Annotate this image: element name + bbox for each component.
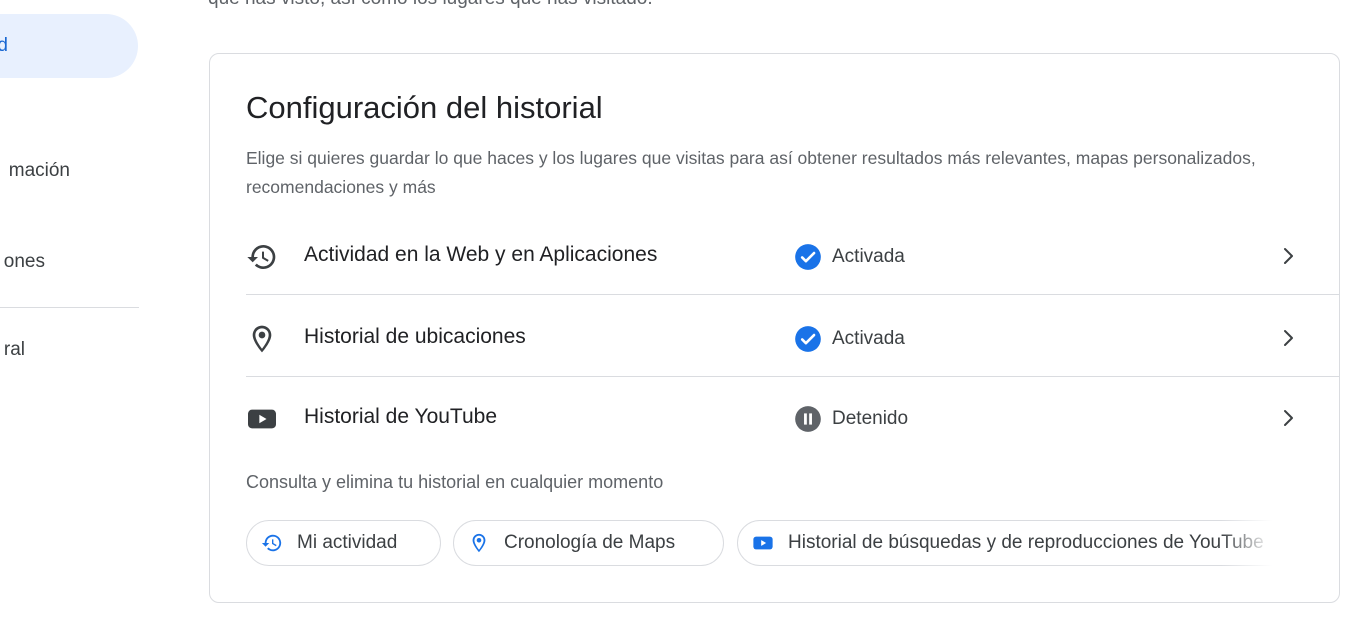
status-text: Activada: [832, 246, 905, 267]
maps-timeline-chip[interactable]: Cronología de Maps: [453, 520, 724, 566]
setting-label: Actividad en la Web y en Aplicaciones: [304, 243, 658, 266]
chip-label: Cronología de Maps: [504, 532, 676, 553]
setting-row-web-app-activity[interactable]: Actividad en la Web y en Aplicaciones Ac…: [246, 214, 1339, 295]
history-icon: [246, 241, 278, 273]
setting-label: Historial de YouTube: [304, 405, 498, 428]
check-circle-icon: [794, 325, 822, 353]
chevron-right-icon: [1276, 326, 1300, 350]
intro-text: que has visto, así como los lugares que …: [208, 0, 653, 10]
youtube-icon: [752, 532, 774, 554]
chevron-right-icon: [1276, 244, 1300, 268]
pause-circle-icon: [794, 405, 822, 433]
setting-row-location-history[interactable]: Historial de ubicaciones Activada: [246, 296, 1339, 377]
sidebar-item-label: mación: [8, 160, 70, 181]
sidebar-item-active[interactable]: d: [0, 14, 138, 78]
youtube-icon: [246, 403, 278, 435]
consult-history-text: Consulta y elimina tu historial en cualq…: [246, 472, 664, 492]
my-activity-chip[interactable]: Mi actividad: [246, 520, 441, 566]
chip-label: Mi actividad: [297, 532, 398, 553]
sidebar-item-label: ral: [3, 339, 25, 360]
history-settings-card: Configuración del historial Elige si qui…: [209, 53, 1340, 603]
sidebar-item-info[interactable]: mación: [0, 160, 70, 186]
location-pin-icon: [468, 532, 490, 554]
check-circle-icon: [794, 243, 822, 271]
history-icon: [261, 532, 283, 554]
status-text: Detenido: [832, 408, 909, 429]
card-title: Configuración del historial: [246, 90, 603, 125]
card-description: Elige si quieres guardar lo que haces y …: [246, 148, 1256, 197]
history-chips: Mi actividad Cronología de Maps Historia…: [246, 520, 1281, 568]
sidebar-divider: [0, 307, 139, 308]
status-text: Activada: [832, 328, 905, 349]
setting-label: Historial de ubicaciones: [304, 325, 526, 348]
sidebar-item-label: ones: [3, 251, 45, 272]
chevron-right-icon: [1276, 406, 1300, 430]
youtube-history-chip[interactable]: Historial de búsquedas y de reproduccion…: [737, 520, 1281, 566]
sidebar: d mación ones ral: [0, 0, 150, 631]
sidebar-item-options[interactable]: ones: [0, 251, 45, 277]
setting-row-youtube-history[interactable]: Historial de YouTube Detenido: [246, 376, 1339, 456]
chip-label: Historial de búsquedas y de reproduccion…: [788, 532, 1264, 553]
page: d mación ones ral que has visto, así com…: [0, 0, 1371, 631]
sidebar-item-label: d: [0, 35, 8, 56]
sidebar-item-general[interactable]: ral: [0, 339, 25, 365]
location-pin-icon: [246, 323, 278, 355]
